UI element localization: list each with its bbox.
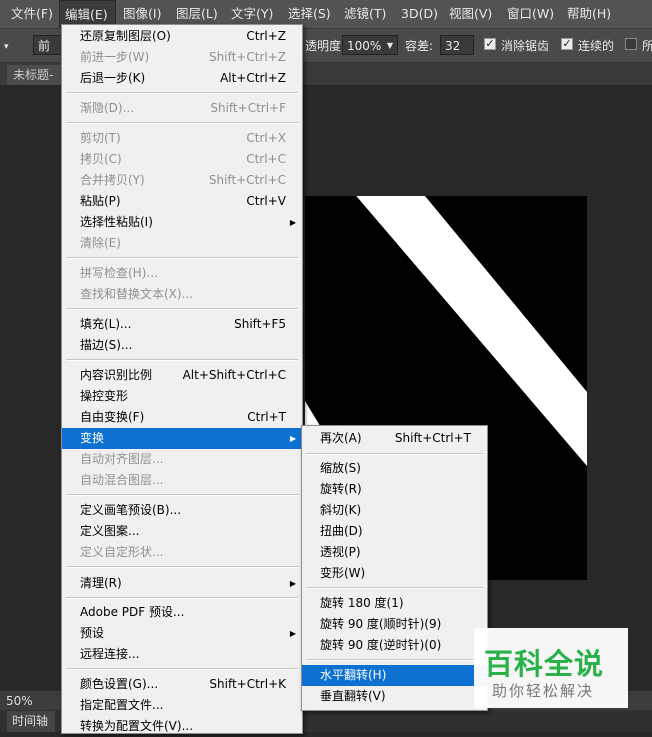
menu-item-step-forward[interactable]: 前进一步(W) Shift+Ctrl+Z <box>62 47 302 68</box>
menu-separator <box>306 587 483 589</box>
menu-separator <box>66 566 298 568</box>
menu-item-convert-to-profile[interactable]: 转换为配置文件(V)... <box>62 716 302 737</box>
menu-item-auto-align-layers[interactable]: 自动对齐图层... <box>62 449 302 470</box>
menu-separator <box>66 597 298 599</box>
menu-item-auto-blend-layers[interactable]: 自动混合图层... <box>62 470 302 491</box>
menu-item-scale[interactable]: 缩放(S) <box>302 458 487 479</box>
menu-separator <box>66 494 298 496</box>
tolerance-value: 32 <box>445 39 461 53</box>
all-layers-checkbox[interactable] <box>625 38 637 50</box>
menu-window[interactable]: 窗口(W) <box>502 0 559 28</box>
menu-view[interactable]: 视图(V) <box>444 0 497 28</box>
menu-item-flip-vertical[interactable]: 垂直翻转(V) <box>302 686 487 707</box>
menu-help[interactable]: 帮助(H) <box>562 0 616 28</box>
menu-item-transform[interactable]: 变换 ▶ <box>62 428 302 449</box>
menu-item-again[interactable]: 再次(A) Shift+Ctrl+T <box>302 428 487 449</box>
antialias-label: 消除锯齿 <box>501 39 550 53</box>
menu-item-warp[interactable]: 变形(W) <box>302 563 487 584</box>
menu-item-check-spelling[interactable]: 拼写检查(H)... <box>62 263 302 284</box>
all-layers-label: 所 <box>642 39 652 53</box>
submenu-arrow-icon: ▶ <box>289 579 296 588</box>
menu-item-fade[interactable]: 渐隐(D)... Shift+Ctrl+F <box>62 98 302 119</box>
menu-separator <box>66 668 298 670</box>
zoom-level[interactable]: 50% <box>6 693 33 709</box>
menu-item-copy-merged[interactable]: 合并拷贝(Y) Shift+Ctrl+C <box>62 170 302 191</box>
contiguous-checkbox[interactable]: ✓ <box>561 38 573 50</box>
document-tab[interactable]: 未标题- <box>7 65 67 85</box>
menu-separator <box>66 122 298 124</box>
menu-item-copy[interactable]: 拷贝(C) Ctrl+C <box>62 149 302 170</box>
antialias-checkbox[interactable]: ✓ <box>484 38 496 50</box>
menu-item-free-transform[interactable]: 自由变换(F) Ctrl+T <box>62 407 302 428</box>
transform-submenu: 再次(A) Shift+Ctrl+T 缩放(S) 旋转(R) 斜切(K) 扭曲(D… <box>301 425 488 711</box>
tolerance-input[interactable]: 32 <box>440 35 474 55</box>
menu-item-color-settings[interactable]: 颜色设置(G)... Shift+Ctrl+K <box>62 674 302 695</box>
menu-item-perspective[interactable]: 透视(P) <box>302 542 487 563</box>
menu-separator <box>66 92 298 94</box>
menu-item-define-custom-shape[interactable]: 定义自定形状... <box>62 542 302 563</box>
menu-file[interactable]: 文件(F) <box>6 0 58 28</box>
menu-item-stroke[interactable]: 描边(S)... <box>62 335 302 356</box>
menu-item-rotate[interactable]: 旋转(R) <box>302 479 487 500</box>
mode-dropdown[interactable]: 前景 <box>33 35 63 55</box>
menu-item-skew[interactable]: 斜切(K) <box>302 500 487 521</box>
menu-3d[interactable]: 3D(D) <box>396 0 443 28</box>
menu-item-step-backward[interactable]: 后退一步(K) Alt+Ctrl+Z <box>62 68 302 89</box>
menu-item-assign-profile[interactable]: 指定配置文件... <box>62 695 302 716</box>
opacity-input[interactable]: 100% ▼ <box>342 35 398 55</box>
menu-item-define-brush[interactable]: 定义画笔预设(B)... <box>62 500 302 521</box>
timeline-tab[interactable]: 时间轴 <box>7 711 55 732</box>
menu-item-content-aware-scale[interactable]: 内容识别比例 Alt+Shift+Ctrl+C <box>62 365 302 386</box>
menu-item-clear[interactable]: 清除(E) <box>62 233 302 254</box>
menu-item-presets[interactable]: 预设 ▶ <box>62 623 302 644</box>
menu-item-purge[interactable]: 清理(R) ▶ <box>62 573 302 594</box>
submenu-arrow-icon: ▶ <box>289 218 296 227</box>
watermark: 百科全说 助你轻松解决 <box>474 628 628 708</box>
submenu-arrow-icon: ▶ <box>289 434 296 443</box>
menu-separator <box>66 308 298 310</box>
edit-menu: 还原复制图层(O) Ctrl+Z 前进一步(W) Shift+Ctrl+Z 后退一步… <box>61 24 303 734</box>
menu-item-pdf-presets[interactable]: Adobe PDF 预设... <box>62 602 302 623</box>
submenu-arrow-icon: ▶ <box>289 629 296 638</box>
menu-item-paste[interactable]: 粘贴(P) Ctrl+V <box>62 191 302 212</box>
dropdown-arrow-icon: ▼ <box>386 41 393 50</box>
menu-item-find-replace[interactable]: 查找和替换文本(X)... <box>62 284 302 305</box>
opacity-label: 透明度: <box>305 39 346 53</box>
menu-item-rotate-90-cw[interactable]: 旋转 90 度(顺时针)(9) <box>302 614 487 635</box>
menu-item-rotate-180[interactable]: 旋转 180 度(1) <box>302 593 487 614</box>
menu-separator <box>306 453 483 455</box>
menu-item-define-pattern[interactable]: 定义图案... <box>62 521 302 542</box>
menu-item-rotate-90-ccw[interactable]: 旋转 90 度(逆时针)(0) <box>302 635 487 656</box>
watermark-subtitle: 助你轻松解决 <box>492 682 595 700</box>
menu-separator <box>306 659 483 661</box>
menu-separator <box>66 359 298 361</box>
menu-item-undo[interactable]: 还原复制图层(O) Ctrl+Z <box>62 26 302 47</box>
menu-item-flip-horizontal[interactable]: 水平翻转(H) <box>302 665 487 686</box>
menu-item-distort[interactable]: 扭曲(D) <box>302 521 487 542</box>
menu-item-paste-special[interactable]: 选择性粘贴(I) ▶ <box>62 212 302 233</box>
menu-filter[interactable]: 滤镜(T) <box>339 0 391 28</box>
menu-item-cut[interactable]: 剪切(T) Ctrl+X <box>62 128 302 149</box>
document-tab-label: 未标题- <box>13 68 54 82</box>
menu-item-fill[interactable]: 填充(L)... Shift+F5 <box>62 314 302 335</box>
opacity-value: 100% <box>347 39 382 53</box>
contiguous-label: 连续的 <box>578 39 615 53</box>
tolerance-label: 容差: <box>405 39 434 53</box>
watermark-title: 百科全说 <box>484 647 605 681</box>
menu-separator <box>66 257 298 259</box>
menu-item-puppet-warp[interactable]: 操控变形 <box>62 386 302 407</box>
tool-preset-icon[interactable]: ▾ <box>4 38 9 56</box>
mode-label: 前景 <box>38 39 51 53</box>
menu-item-remote-connections[interactable]: 远程连接... <box>62 644 302 665</box>
